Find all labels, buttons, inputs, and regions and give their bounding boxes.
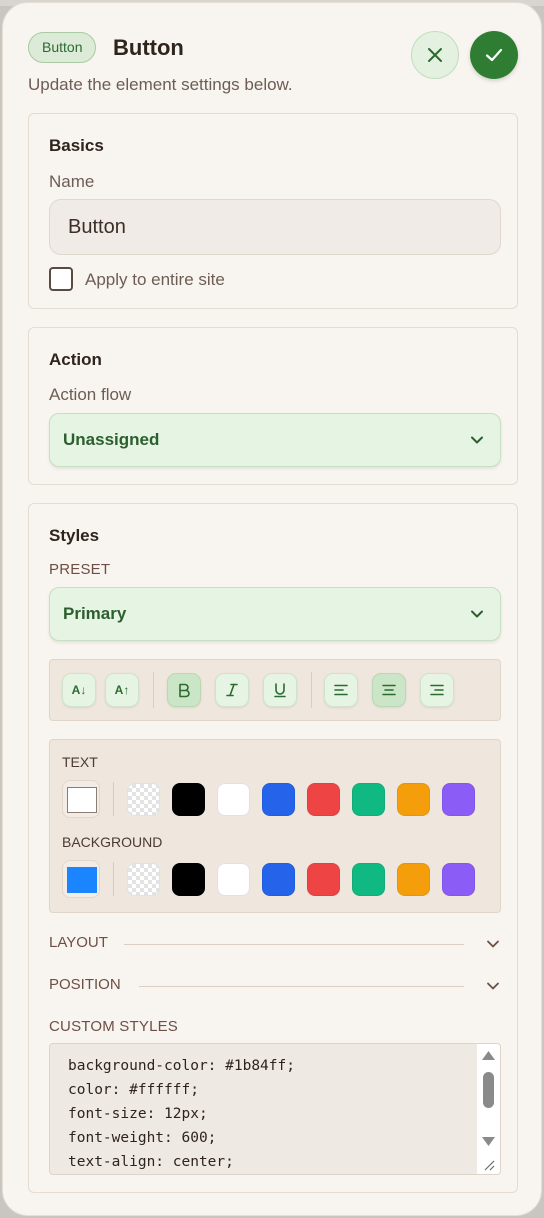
preset-value: Primary bbox=[63, 604, 127, 623]
text-format-toolbar: A↓ A↑ bbox=[49, 659, 501, 721]
palette-divider bbox=[113, 782, 114, 816]
basics-title: Basics bbox=[49, 136, 104, 155]
underline-icon bbox=[274, 683, 286, 698]
position-section-toggle[interactable]: POSITION bbox=[49, 974, 501, 998]
bg-swatch-red[interactable] bbox=[307, 863, 340, 896]
italic-icon bbox=[226, 683, 238, 697]
position-label: POSITION bbox=[49, 976, 121, 993]
action-flow-label: Action flow bbox=[49, 385, 132, 404]
bg-swatch-black[interactable] bbox=[172, 863, 205, 896]
toolbar-divider bbox=[311, 672, 312, 708]
layout-section-toggle[interactable]: LAYOUT bbox=[49, 932, 501, 956]
text-swatch-red[interactable] bbox=[307, 783, 340, 816]
text-color-label: TEXT bbox=[62, 754, 98, 770]
css-line: color: #ffffff; bbox=[68, 1082, 199, 1098]
confirm-button[interactable] bbox=[470, 31, 518, 79]
bg-swatch-green[interactable] bbox=[352, 863, 385, 896]
align-center-button[interactable] bbox=[372, 673, 406, 707]
apply-site-checkbox[interactable] bbox=[49, 267, 73, 291]
text-swatch-black[interactable] bbox=[172, 783, 205, 816]
text-swatch-amber[interactable] bbox=[397, 783, 430, 816]
sheet-title: Button bbox=[113, 35, 184, 60]
css-line: text-align: center; bbox=[68, 1154, 234, 1170]
background-current-color[interactable] bbox=[62, 860, 100, 898]
align-right-button[interactable] bbox=[420, 673, 454, 707]
text-swatch-blue[interactable] bbox=[262, 783, 295, 816]
color-palette-panel: TEXT BACKGROUND bbox=[49, 739, 501, 913]
toolbar-divider bbox=[153, 672, 154, 708]
text-swatch-white[interactable] bbox=[217, 783, 250, 816]
styles-card: Styles PRESET Primary A↓ A↑ TEXT BACKGRO… bbox=[28, 503, 518, 1193]
italic-button[interactable] bbox=[215, 673, 249, 707]
layout-label: LAYOUT bbox=[49, 934, 108, 951]
chevron-down-icon bbox=[487, 982, 499, 990]
align-left-button[interactable] bbox=[324, 673, 358, 707]
name-input[interactable]: Button bbox=[49, 199, 501, 255]
preset-label: PRESET bbox=[49, 561, 111, 578]
scroll-down-icon bbox=[482, 1137, 495, 1146]
scrollbar-thumb[interactable] bbox=[483, 1072, 494, 1108]
text-swatch-purple[interactable] bbox=[442, 783, 475, 816]
scroll-up-icon bbox=[482, 1051, 495, 1060]
css-line: font-weight: 600; bbox=[68, 1130, 217, 1146]
css-line: font-size: 12px; bbox=[68, 1106, 208, 1122]
text-swatch-green[interactable] bbox=[352, 783, 385, 816]
align-left-icon bbox=[334, 684, 348, 696]
textarea-scrollbar[interactable] bbox=[477, 1044, 500, 1174]
close-icon bbox=[428, 48, 442, 62]
resize-grip-icon[interactable] bbox=[482, 1158, 495, 1171]
align-center-icon bbox=[382, 684, 396, 696]
layout-divider bbox=[124, 944, 464, 945]
palette-divider bbox=[113, 862, 114, 896]
bg-swatch-white[interactable] bbox=[217, 863, 250, 896]
action-flow-select[interactable]: Unassigned bbox=[49, 413, 501, 467]
sheet-subtitle: Update the element settings below. bbox=[28, 75, 293, 94]
bold-button[interactable] bbox=[167, 673, 201, 707]
bg-swatch-purple[interactable] bbox=[442, 863, 475, 896]
position-divider bbox=[139, 986, 464, 987]
custom-styles-textarea[interactable]: background-color: #1b84ff; color: #fffff… bbox=[49, 1043, 501, 1175]
sheet-header: Button Button Update the element setting… bbox=[28, 31, 518, 111]
underline-button[interactable] bbox=[263, 673, 297, 707]
element-settings-sheet: Button Button Update the element setting… bbox=[2, 2, 542, 1216]
bg-swatch-blue[interactable] bbox=[262, 863, 295, 896]
font-size-increase-button[interactable]: A↑ bbox=[105, 673, 139, 707]
action-title: Action bbox=[49, 350, 102, 369]
basics-card: Basics Name Button Apply to entire site bbox=[28, 113, 518, 309]
bold-icon bbox=[179, 683, 190, 698]
action-flow-value: Unassigned bbox=[63, 430, 160, 449]
element-type-chip: Button bbox=[28, 32, 97, 63]
chevron-down-icon bbox=[471, 436, 483, 444]
font-size-decrease-button[interactable]: A↓ bbox=[62, 673, 96, 707]
close-button[interactable] bbox=[411, 31, 459, 79]
bg-swatch-amber[interactable] bbox=[397, 863, 430, 896]
name-label: Name bbox=[49, 172, 95, 191]
action-card: Action Action flow Unassigned bbox=[28, 327, 518, 485]
apply-site-label: Apply to entire site bbox=[85, 270, 225, 289]
bg-swatch-transparent[interactable] bbox=[127, 863, 160, 896]
background-color-label: BACKGROUND bbox=[62, 834, 163, 850]
preset-select[interactable]: Primary bbox=[49, 587, 501, 641]
check-icon bbox=[485, 48, 503, 62]
background-current-color-fill bbox=[67, 867, 97, 893]
text-current-color[interactable] bbox=[62, 780, 100, 818]
text-current-color-fill bbox=[67, 787, 97, 813]
chevron-down-icon bbox=[487, 940, 499, 948]
font-increase-icon: A↑ bbox=[114, 683, 130, 697]
css-line: background-color: #1b84ff; bbox=[68, 1058, 295, 1074]
text-swatch-transparent[interactable] bbox=[127, 783, 160, 816]
align-right-icon bbox=[430, 684, 444, 696]
styles-title: Styles bbox=[49, 526, 100, 545]
custom-styles-label: CUSTOM STYLES bbox=[49, 1018, 179, 1035]
font-decrease-icon: A↓ bbox=[71, 683, 87, 697]
chevron-down-icon bbox=[471, 610, 483, 618]
